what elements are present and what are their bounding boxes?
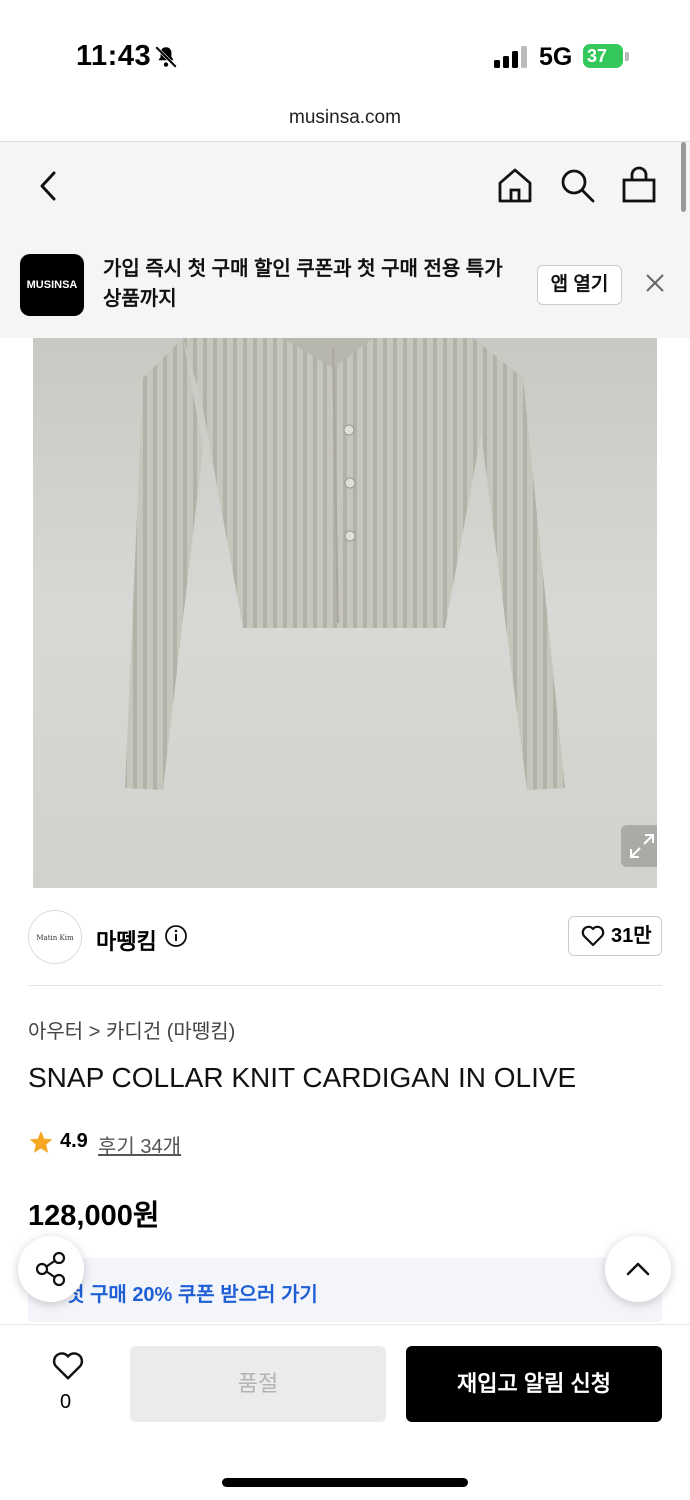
breadcrumb: 아우터 > 카디건 (마뗑킴): [28, 1015, 235, 1044]
coupon-bar[interactable]: 첫 구매 20% 쿠폰 받으러 가기: [28, 1258, 662, 1322]
musinsa-logo: MUSINSA: [20, 254, 84, 316]
breadcrumb-subcategory[interactable]: 카디건 (마뗑킴): [106, 1021, 235, 1043]
coupon-text: 첫 구매 20% 쿠폰 받으러 가기: [66, 1284, 318, 1306]
battery-level: 37: [587, 46, 608, 66]
scroll-top-button[interactable]: [605, 1236, 671, 1302]
status-time: 11:43: [76, 40, 152, 72]
info-icon[interactable]: [164, 924, 188, 948]
status-bar: 11:43 5G 37: [0, 0, 690, 100]
product-title: SNAP COLLAR KNIT CARDIGAN IN OLIVE: [28, 1062, 577, 1093]
app-promo-banner: MUSINSA 가입 즉시 첫 구매 할인 쿠폰과 첫 구매 전용 특가 상품까…: [0, 230, 690, 338]
open-app-button[interactable]: 앱 열기: [537, 265, 622, 305]
scrollbar[interactable]: [681, 142, 686, 212]
breadcrumb-separator: >: [88, 1021, 101, 1043]
cardigan-illustration: [125, 338, 565, 790]
breadcrumb-category[interactable]: 아우터: [28, 1021, 83, 1043]
expand-icon: [630, 834, 654, 858]
restock-alert-button[interactable]: 재입고 알림 신청: [406, 1346, 662, 1422]
home-icon[interactable]: [496, 166, 534, 204]
divider: [28, 985, 662, 986]
wishlist-heart-icon[interactable]: [51, 1351, 85, 1381]
back-icon[interactable]: [34, 168, 64, 204]
close-icon[interactable]: [644, 272, 666, 294]
search-icon[interactable]: [558, 166, 596, 204]
brand-row: Matin Kim 마뗑킴 31만: [28, 908, 662, 966]
chevron-up-icon: [626, 1262, 650, 1276]
bag-icon[interactable]: [620, 166, 658, 204]
home-indicator[interactable]: [222, 1478, 468, 1487]
promo-message: 가입 즉시 첫 구매 할인 쿠폰과 첫 구매 전용 특가 상품까지: [103, 258, 503, 310]
signal-icon: [494, 46, 527, 68]
product-price: 128,000원: [28, 1200, 160, 1232]
review-link[interactable]: 후기 34개: [98, 1130, 181, 1159]
network-label: 5G: [539, 43, 573, 71]
wishlist-count: 0: [60, 1391, 72, 1413]
brand-like-button[interactable]: 31만: [568, 916, 662, 956]
rating-value: 4.9: [60, 1130, 88, 1152]
soldout-button[interactable]: 품절: [130, 1346, 386, 1422]
battery-tip: [625, 52, 629, 61]
share-button[interactable]: [18, 1236, 84, 1302]
url-bar[interactable]: musinsa.com: [0, 100, 690, 142]
brand-logo[interactable]: Matin Kim: [28, 910, 82, 964]
bell-slash-icon: [155, 46, 177, 68]
url-text: musinsa.com: [289, 107, 401, 128]
brand-name[interactable]: 마뗑킴: [96, 924, 157, 956]
product-image[interactable]: [33, 338, 657, 888]
heart-icon: [581, 925, 605, 947]
nav-bar: [0, 142, 690, 230]
brand-like-count: 31만: [611, 925, 652, 947]
bottom-action-bar: 0 품절 재입고 알림 신청: [0, 1324, 690, 1500]
battery-indicator: 37: [583, 44, 623, 68]
share-icon: [35, 1251, 66, 1287]
expand-image-button[interactable]: [621, 825, 657, 867]
star-icon: [29, 1131, 53, 1153]
